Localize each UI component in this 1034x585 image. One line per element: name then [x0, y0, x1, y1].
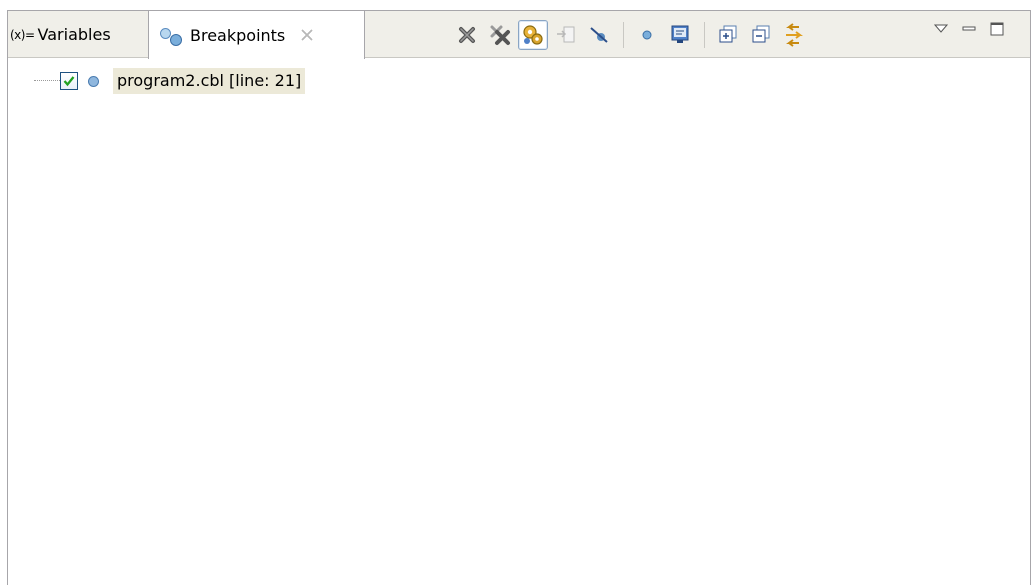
view-tab-bar: (x)= Variables Breakpoints [7, 10, 1031, 59]
tab-breakpoints[interactable]: Breakpoints [148, 11, 365, 59]
toolbar-separator [704, 21, 705, 48]
skip-all-breakpoints-button[interactable] [584, 20, 614, 50]
open-in-editor-button[interactable] [665, 20, 695, 50]
remove-all-x-icon [490, 25, 510, 45]
link-with-debug-view-button[interactable] [779, 20, 809, 50]
gears-icon [523, 24, 543, 45]
view-window-controls [927, 11, 1011, 64]
breakpoints-icon [158, 24, 184, 46]
view-border-left [7, 10, 8, 585]
view-menu-button[interactable] [927, 17, 955, 41]
toolbar-separator [623, 21, 624, 48]
close-icon[interactable] [297, 25, 317, 45]
breakpoints-tree: program2.cbl [line: 21] [8, 58, 1030, 585]
breakpoint-dot-icon [642, 30, 652, 39]
breakpoint-label[interactable]: program2.cbl [line: 21] [113, 68, 306, 94]
expand-all-button[interactable] [713, 20, 743, 50]
collapse-all-button[interactable] [746, 20, 776, 50]
minimize-button[interactable] [955, 17, 983, 41]
go-to-file-icon [557, 26, 575, 42]
tree-connector [34, 80, 60, 82]
skip-breakpoints-icon [590, 26, 608, 43]
remove-all-breakpoints-button[interactable] [485, 20, 515, 50]
go-to-file-button[interactable] [551, 20, 581, 50]
breakpoint-enabled-checkbox[interactable] [60, 72, 78, 90]
checkmark-icon [63, 76, 75, 87]
tab-variables[interactable]: (x)= Variables [7, 11, 148, 58]
list-item[interactable]: program2.cbl [line: 21] [8, 66, 306, 96]
remove-x-icon [459, 26, 475, 43]
link-arrows-icon [786, 22, 803, 47]
remove-selected-breakpoints-button[interactable] [452, 20, 482, 50]
expand-all-icon [719, 25, 737, 42]
triangle-down-icon [934, 24, 948, 33]
view-toolbar [452, 11, 812, 58]
collapse-all-icon [752, 25, 770, 42]
minimize-icon [962, 26, 976, 31]
tab-breakpoints-label: Breakpoints [190, 25, 286, 45]
breakpoint-dot-icon [88, 75, 99, 87]
show-supported-breakpoints-button[interactable] [518, 19, 548, 50]
maximize-icon [990, 22, 1004, 36]
variables-icon: (x)= [10, 27, 35, 42]
tab-variables-label: Variables [37, 25, 111, 44]
maximize-button[interactable] [983, 17, 1011, 41]
monitor-icon [671, 25, 689, 43]
breakpoints-view: (x)= Variables Breakpoints program2.cbl … [0, 0, 1034, 585]
view-border-right [1030, 10, 1031, 585]
add-breakpoint-button[interactable] [632, 20, 662, 50]
